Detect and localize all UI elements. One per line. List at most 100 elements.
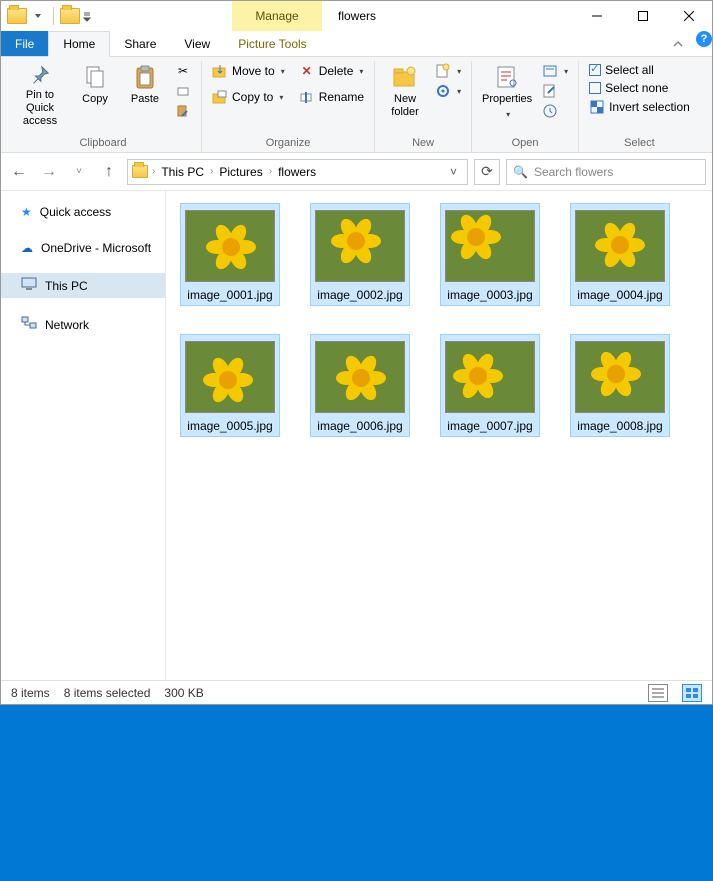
cut-button[interactable]: ✂	[171, 61, 195, 81]
tab-home[interactable]: Home	[48, 31, 110, 57]
crumb-this-pc[interactable]: This PC	[159, 165, 206, 179]
paste-icon	[131, 63, 159, 91]
address-toolbar: ← → ˅ ↑ › This PC › Pictures › flowers ˅…	[1, 153, 712, 191]
crumb-pictures[interactable]: Pictures	[217, 165, 264, 179]
details-view-button[interactable]	[648, 684, 668, 702]
tab-file[interactable]: File	[1, 31, 48, 56]
history-button[interactable]	[538, 101, 572, 121]
qat-folder-icon[interactable]	[60, 8, 80, 24]
nav-onedrive-label: OneDrive - Microsoft	[41, 241, 151, 255]
refresh-button[interactable]: ⟳	[474, 159, 500, 185]
file-item[interactable]: image_0005.jpg	[180, 334, 280, 437]
network-icon	[21, 316, 37, 333]
file-item[interactable]: image_0003.jpg	[440, 203, 540, 306]
ribbon-group-clipboard: Pin to Quick access Copy Paste ✂	[5, 61, 202, 152]
easy-access-button[interactable]: ▾	[431, 81, 465, 101]
select-none-icon	[589, 82, 601, 94]
status-bar: 8 items 8 items selected 300 KB	[1, 680, 712, 704]
address-dropdown[interactable]: ˅	[444, 165, 463, 179]
crumb-flowers[interactable]: flowers	[276, 165, 318, 179]
file-item[interactable]: image_0004.jpg	[570, 203, 670, 306]
file-item[interactable]: image_0001.jpg	[180, 203, 280, 306]
status-size: 300 KB	[164, 686, 203, 700]
select-all-icon	[589, 64, 601, 76]
ribbon-collapse[interactable]	[664, 31, 692, 56]
thumbnail-grid: image_0001.jpg image_0002.jpg image_0003.j…	[180, 203, 700, 437]
recent-locations-button[interactable]: ˅	[67, 160, 91, 184]
select-all-label: Select all	[605, 63, 654, 77]
properties-button[interactable]: Properties ▾	[478, 61, 536, 123]
chevron-right-icon[interactable]: ›	[269, 166, 272, 177]
nav-quick-access[interactable]: ★ Quick access	[1, 201, 165, 223]
file-item[interactable]: image_0006.jpg	[310, 334, 410, 437]
star-icon: ★	[21, 205, 32, 219]
pin-to-quick-access-button[interactable]: Pin to Quick access	[11, 61, 69, 130]
new-folder-icon	[391, 63, 419, 91]
file-item[interactable]: image_0002.jpg	[310, 203, 410, 306]
file-name: image_0005.jpg	[187, 419, 272, 433]
delete-button[interactable]: ✕ Delete▾	[295, 61, 368, 81]
invert-selection-button[interactable]: Invert selection	[585, 97, 694, 117]
nav-this-pc[interactable]: This PC	[1, 273, 165, 298]
new-item-button[interactable]: ▾	[431, 61, 465, 81]
back-button[interactable]: ←	[7, 160, 31, 184]
thumbnail-image	[315, 210, 405, 282]
copy-to-button[interactable]: Copy to▾	[208, 87, 289, 107]
scissors-icon: ✂	[175, 63, 191, 79]
file-name: image_0008.jpg	[577, 419, 662, 433]
copy-button[interactable]: Copy	[71, 61, 119, 108]
qat-overflow[interactable]	[82, 5, 92, 27]
open-button[interactable]: ▾	[538, 61, 572, 81]
invert-selection-label: Invert selection	[609, 100, 690, 114]
help-icon[interactable]: ?	[696, 31, 712, 47]
thumbnail-image	[315, 341, 405, 413]
paste-shortcut-button[interactable]	[171, 101, 195, 121]
address-bar[interactable]: › This PC › Pictures › flowers ˅	[127, 159, 468, 185]
tab-picture-tools[interactable]: Picture Tools	[224, 31, 320, 56]
open-group-label: Open	[512, 135, 539, 152]
body-split: ★ Quick access ☁ OneDrive - Microsoft Th…	[1, 191, 712, 680]
search-box[interactable]: 🔍 Search flowers	[506, 159, 706, 185]
close-button[interactable]	[666, 1, 712, 31]
nav-this-pc-label: This PC	[45, 279, 88, 293]
paste-button[interactable]: Paste	[121, 61, 169, 108]
clipboard-group-label: Clipboard	[79, 135, 126, 152]
ribbon: Pin to Quick access Copy Paste ✂	[1, 57, 712, 153]
tab-share[interactable]: Share	[110, 31, 170, 56]
nav-network-label: Network	[45, 318, 89, 332]
content-pane[interactable]: image_0001.jpg image_0002.jpg image_0003.j…	[166, 191, 712, 680]
app-icon[interactable]	[7, 8, 27, 24]
file-item[interactable]: image_0008.jpg	[570, 334, 670, 437]
new-folder-button[interactable]: New folder	[381, 61, 429, 121]
file-name: image_0001.jpg	[187, 288, 272, 302]
nav-onedrive[interactable]: ☁ OneDrive - Microsoft	[1, 237, 165, 259]
rename-button[interactable]: Rename	[295, 87, 368, 107]
thumbnail-image	[185, 210, 275, 282]
navigation-pane: ★ Quick access ☁ OneDrive - Microsoft Th…	[1, 191, 166, 680]
up-button[interactable]: ↑	[97, 160, 121, 184]
forward-button[interactable]: →	[37, 160, 61, 184]
rename-label: Rename	[319, 90, 364, 104]
nav-network[interactable]: Network	[1, 312, 165, 337]
copy-label: Copy	[82, 93, 108, 106]
copy-path-icon	[175, 83, 191, 99]
maximize-button[interactable]	[620, 1, 666, 31]
ribbon-group-open: Properties ▾ ▾ Open	[472, 61, 579, 152]
select-all-button[interactable]: Select all	[585, 61, 694, 79]
chevron-right-icon[interactable]: ›	[210, 166, 213, 177]
move-to-icon	[212, 63, 228, 79]
move-to-button[interactable]: Move to▾	[208, 61, 289, 81]
file-item[interactable]: image_0007.jpg	[440, 334, 540, 437]
qat-dropdown[interactable]	[29, 5, 47, 27]
thumbnails-view-button[interactable]	[682, 684, 702, 702]
minimize-button[interactable]	[574, 1, 620, 31]
file-explorer-window: Manage flowers File Home Share View Pict…	[0, 0, 713, 705]
contextual-tab-manage[interactable]: Manage	[232, 1, 322, 31]
tab-view[interactable]: View	[170, 31, 224, 56]
copy-path-button[interactable]	[171, 81, 195, 101]
edit-button[interactable]	[538, 81, 572, 101]
quick-access-toolbar	[1, 1, 92, 31]
chevron-right-icon[interactable]: ›	[152, 166, 155, 177]
select-none-button[interactable]: Select none	[585, 79, 694, 97]
new-item-icon	[435, 63, 451, 79]
